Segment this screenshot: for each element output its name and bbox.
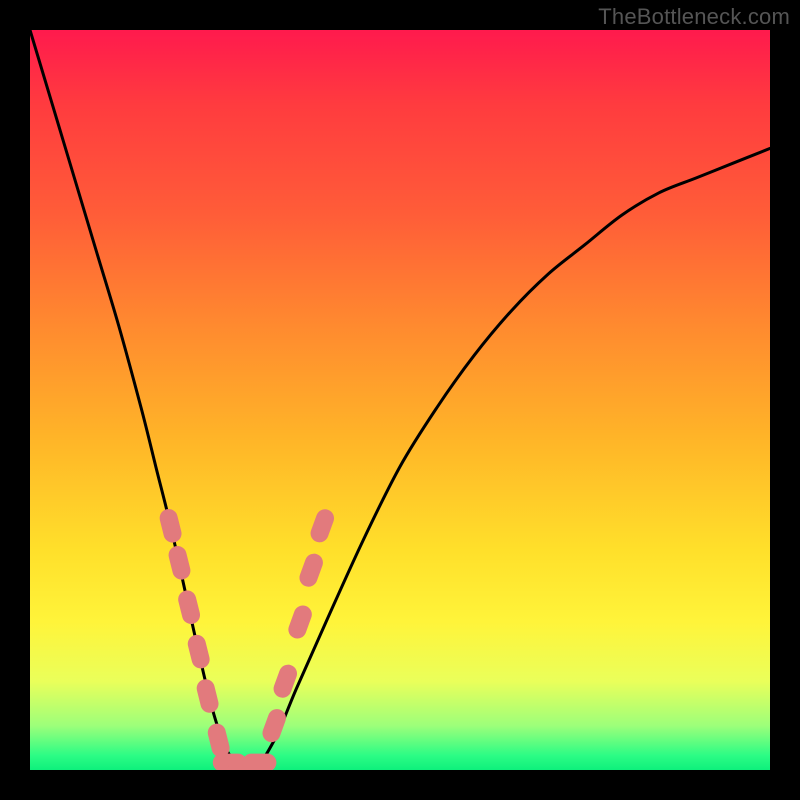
marker-dot xyxy=(186,633,212,670)
curve-layer xyxy=(30,30,770,770)
bottleneck-curve xyxy=(30,30,770,770)
chart-frame: TheBottleneck.com xyxy=(0,0,800,800)
marker-dot xyxy=(176,589,202,626)
marker-dot xyxy=(260,707,289,745)
marker-dot xyxy=(195,677,221,714)
marker-dot xyxy=(228,761,262,770)
gradient-plot-area xyxy=(30,30,770,770)
watermark-text: TheBottleneck.com xyxy=(598,4,790,30)
highlight-markers xyxy=(158,507,337,770)
marker-dot xyxy=(167,544,193,581)
marker-dot xyxy=(297,551,326,589)
marker-dot xyxy=(158,507,184,544)
marker-dot xyxy=(206,722,232,759)
marker-dot xyxy=(242,754,276,770)
marker-dot xyxy=(286,603,315,641)
marker-dot xyxy=(308,507,337,545)
marker-dot xyxy=(213,754,247,770)
marker-dot xyxy=(271,662,300,700)
